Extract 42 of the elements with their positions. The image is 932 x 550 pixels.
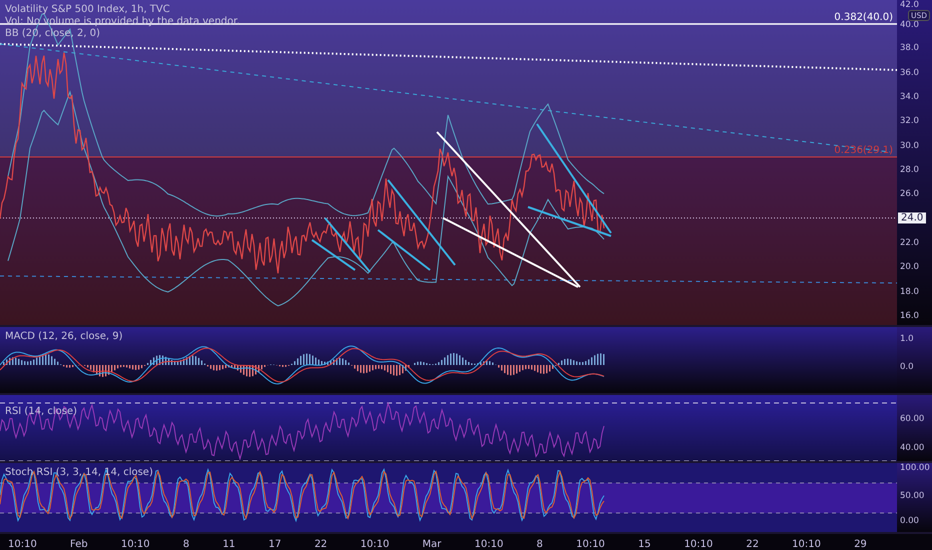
axis-tick-label: 0.0 (900, 362, 914, 372)
axis-tick-label: 18.0 (900, 286, 919, 297)
fib-level-label: 0.236(29.1) (834, 145, 893, 156)
time-axis-label: 11 (222, 538, 236, 550)
time-axis-label: 22 (314, 538, 328, 550)
axis-tick-label: 40.00 (900, 443, 924, 453)
indicator-legend: MACD (12, 26, close, 9) (5, 331, 123, 342)
axis-tick-label: 60.00 (900, 414, 924, 424)
time-axis-label: 29 (854, 538, 867, 550)
fib-level-label: 0.382(40.0) (834, 12, 893, 23)
time-axis-label: 8 (536, 538, 543, 550)
time-axis-label: 10:10 (8, 538, 37, 550)
axis-tick-label: 22.0 (900, 238, 919, 248)
time-axis-label: 10:10 (576, 538, 605, 550)
axis-tick-label: 100.00 (900, 463, 930, 473)
axis-tick-label: 32.0 (900, 116, 919, 126)
axis-tick-label: 28.0 (900, 165, 919, 175)
time-axis-label: 17 (268, 538, 282, 550)
axis-tick-label: 50.00 (900, 491, 924, 501)
axis-tick-label: 26.0 (900, 189, 919, 200)
axis-tick-label: 20.0 (900, 262, 919, 272)
time-axis-label: 10:10 (360, 538, 390, 550)
current-price-label: 24.0 (898, 212, 926, 224)
time-axis-label: Feb (70, 538, 88, 550)
time-axis-label: 10:10 (684, 538, 713, 550)
time-axis-label: 15 (638, 538, 651, 550)
axis-tick-label: 0.00 (900, 516, 919, 526)
axis-tick-label: 16.0 (900, 310, 919, 321)
time-axis-label: 10:10 (792, 538, 821, 550)
axis-tick-label: 40.0 (900, 20, 919, 30)
axis-tick-label: 36.0 (900, 68, 919, 78)
time-axis-label: 22 (746, 538, 759, 550)
time-axis-label: Mar (422, 538, 442, 550)
axis-tick-label: 1.0 (900, 334, 914, 344)
axis-tick-label: 38.0 (900, 43, 919, 54)
axis-tick-label: 42.0 (900, 0, 919, 10)
axis-tick-label: 30.0 (900, 140, 919, 151)
time-axis-label: 10:10 (474, 538, 504, 550)
time-axis-label: 8 (182, 538, 190, 550)
axis-tick-label: 34.0 (900, 92, 919, 102)
chart-title: Volatility S&P 500 Index, 1h, TVC (5, 4, 170, 15)
time-axis-label: 10:10 (120, 538, 150, 550)
